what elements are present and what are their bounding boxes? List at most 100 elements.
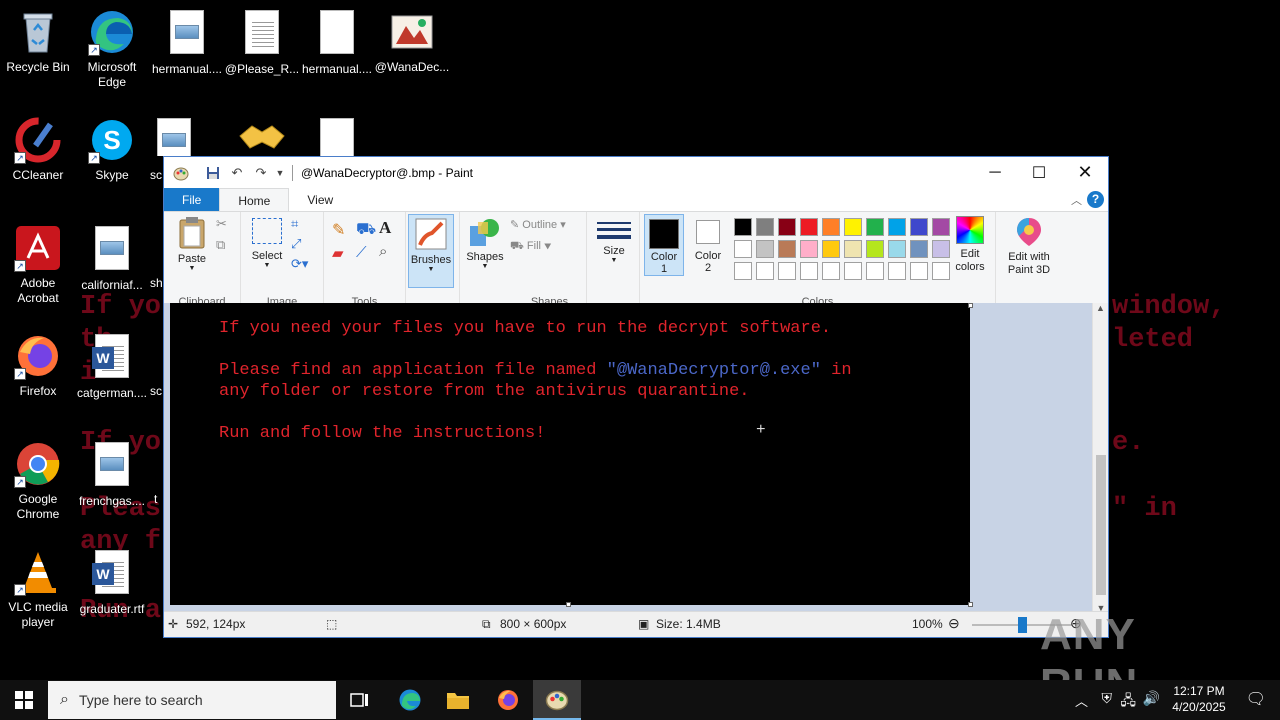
fill-button[interactable]: ⛟ Fill ▾	[510, 240, 551, 254]
palette-swatch[interactable]	[822, 262, 840, 280]
palette-swatch[interactable]	[844, 240, 862, 258]
color1-button[interactable]: Color 1	[644, 214, 684, 276]
taskbar-firefox[interactable]	[484, 680, 532, 720]
start-button[interactable]	[0, 680, 48, 720]
palette-swatch[interactable]	[910, 240, 928, 258]
desktop-icon-graduater[interactable]: W graduater.rtf	[74, 548, 150, 617]
help-icon[interactable]: ?	[1087, 191, 1104, 208]
palette-swatch[interactable]	[734, 262, 752, 280]
network-icon[interactable]: 🖧	[1120, 690, 1136, 714]
zoom-out-button[interactable]: ⊖	[948, 615, 960, 632]
tab-file[interactable]: File	[164, 188, 220, 211]
palette-swatch[interactable]	[888, 262, 906, 280]
palette-swatch[interactable]	[778, 218, 796, 236]
taskbar-paint[interactable]	[533, 680, 581, 720]
maximize-button[interactable]: ☐	[1016, 157, 1062, 188]
canvas-resize-handle[interactable]	[968, 602, 973, 607]
resize-icon[interactable]: ⤢	[291, 236, 301, 252]
desktop-icon-frenchgas[interactable]: frenchgas....	[74, 440, 150, 509]
palette-swatch[interactable]	[844, 262, 862, 280]
volume-icon[interactable]: 🔊	[1143, 690, 1160, 707]
undo-icon[interactable]: ↶	[226, 162, 248, 184]
canvas-area[interactable]: If you need your files you have to run t…	[164, 303, 1094, 613]
palette-swatch[interactable]	[888, 240, 906, 258]
canvas-resize-handle[interactable]	[968, 303, 973, 308]
show-hidden-icons-icon[interactable]: ︿	[1075, 691, 1088, 710]
desktop-icon-catgerman[interactable]: W catgerman....	[74, 332, 150, 401]
clock[interactable]: 12:17 PM 4/20/2025	[1166, 683, 1232, 715]
desktop-icon-google-chrome[interactable]: ↗ Google Chrome	[0, 440, 76, 522]
size-button[interactable]: Size ▼	[595, 218, 633, 264]
desktop-icon-microsoft-edge[interactable]: ↗ Microsoft Edge	[74, 8, 150, 90]
desktop-icon-please-readme[interactable]: @Please_R...	[224, 8, 300, 77]
palette-swatch[interactable]	[910, 218, 928, 236]
image-canvas[interactable]: If you need your files you have to run t…	[170, 303, 970, 605]
palette-swatch[interactable]	[822, 240, 840, 258]
tab-home[interactable]: Home	[219, 188, 290, 211]
taskbar-search-box[interactable]: ⌕ Type here to search	[48, 681, 336, 719]
title-bar[interactable]: ↶ ↷ ▼ @WanaDecryptor@.bmp - Paint ─ ☐ ✕	[164, 157, 1108, 188]
desktop-icon-handshake-partial[interactable]	[224, 116, 300, 156]
palette-swatch[interactable]	[756, 218, 774, 236]
pencil-icon[interactable]: ✎	[332, 220, 345, 240]
desktop-icon-partial[interactable]: sc	[150, 332, 164, 399]
desktop-icon-blank-partial[interactable]	[299, 116, 375, 156]
desktop-icon-vlc[interactable]: ↗ VLC media player	[0, 548, 76, 630]
palette-swatch[interactable]	[778, 240, 796, 258]
magnifier-icon[interactable]: ⌕	[379, 243, 387, 260]
vertical-scrollbar[interactable]: ▲ ▼	[1092, 303, 1108, 613]
taskbar-edge[interactable]	[386, 680, 434, 720]
fill-bucket-icon[interactable]: ⛟	[356, 220, 376, 240]
palette-swatch[interactable]	[910, 262, 928, 280]
palette-swatch[interactable]	[822, 218, 840, 236]
desktop-icon-adobe-acrobat[interactable]: ↗ Adobe Acrobat	[0, 224, 76, 306]
palette-swatch[interactable]	[844, 218, 862, 236]
desktop-icon-image-partial[interactable]	[149, 116, 199, 156]
paint-app-icon[interactable]	[170, 162, 192, 184]
collapse-ribbon-icon[interactable]: ︿	[1071, 192, 1082, 208]
desktop-icon-ccleaner[interactable]: ↗ CCleaner	[0, 116, 76, 183]
palette-swatch[interactable]	[866, 218, 884, 236]
palette-swatch[interactable]	[756, 262, 774, 280]
desktop-icon-skype[interactable]: S ↗ Skype	[74, 116, 150, 183]
palette-swatch[interactable]	[800, 218, 818, 236]
taskbar-file-explorer[interactable]	[434, 680, 482, 720]
color-picker-icon[interactable]: ⟋	[356, 244, 367, 261]
palette-swatch[interactable]	[866, 240, 884, 258]
task-view-button[interactable]	[336, 680, 384, 720]
scroll-up-icon[interactable]: ▲	[1093, 303, 1108, 313]
tab-view[interactable]: View	[289, 188, 351, 211]
scroll-thumb[interactable]	[1096, 455, 1106, 595]
desktop-icon-recycle-bin[interactable]: Recycle Bin	[0, 8, 76, 75]
desktop-icon-partial[interactable]: sh	[150, 224, 164, 291]
redo-icon[interactable]: ↷	[250, 162, 272, 184]
palette-swatch[interactable]	[734, 240, 752, 258]
shapes-button[interactable]: Shapes ▼	[464, 216, 506, 270]
minimize-button[interactable]: ─	[972, 157, 1018, 188]
customize-quick-access-icon[interactable]: ▼	[274, 162, 286, 184]
palette-swatch[interactable]	[756, 240, 774, 258]
zoom-slider-thumb[interactable]	[1018, 617, 1027, 633]
palette-swatch[interactable]	[778, 262, 796, 280]
palette-swatch[interactable]	[734, 218, 752, 236]
brushes-button[interactable]: Brushes ▼	[408, 214, 454, 288]
cut-icon[interactable]: ✂	[216, 216, 227, 232]
eraser-icon[interactable]: ▰	[332, 244, 344, 262]
palette-swatch[interactable]	[866, 262, 884, 280]
defender-icon[interactable]: ⛨	[1102, 690, 1113, 707]
desktop-icon-hermanual-1[interactable]: hermanual....	[149, 8, 225, 77]
close-button[interactable]: ✕	[1062, 157, 1108, 188]
palette-swatch[interactable]	[800, 262, 818, 280]
desktop-icon-hermanual-2[interactable]: hermanual....	[299, 8, 375, 77]
text-tool-icon[interactable]: A	[379, 218, 391, 238]
canvas-resize-handle[interactable]	[566, 602, 571, 607]
desktop-icon-wanadecryptor[interactable]: @WanaDec...	[374, 8, 450, 75]
edit-colors-button[interactable]: Edit colors	[948, 214, 992, 274]
save-icon[interactable]	[202, 162, 224, 184]
palette-swatch[interactable]	[888, 218, 906, 236]
notification-center-icon[interactable]: 🗨	[1246, 689, 1266, 709]
select-button[interactable]: Select ▼	[247, 216, 287, 269]
edit-with-paint3d-button[interactable]: Edit with Paint 3D	[1000, 214, 1058, 277]
outline-button[interactable]: ✎ Outline ▾	[510, 218, 566, 231]
desktop-icon-firefox[interactable]: ↗ Firefox	[0, 332, 76, 399]
